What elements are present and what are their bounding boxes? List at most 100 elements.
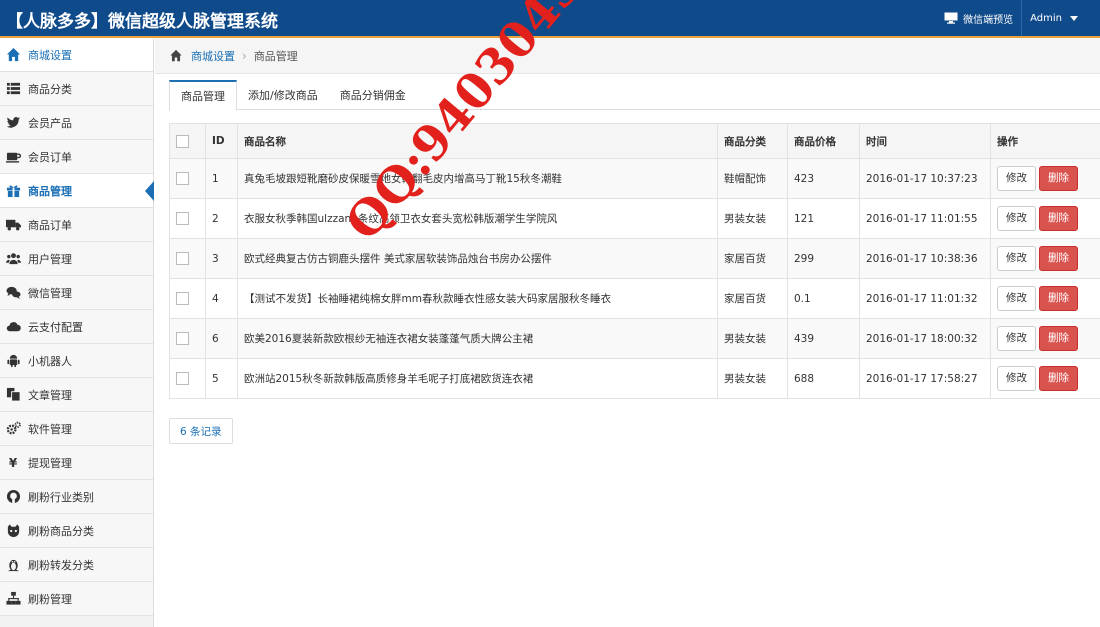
row-time: 2016-01-17 11:01:55	[859, 198, 991, 239]
sidebar-item-label: 云支付配置	[28, 320, 83, 334]
column-header-category: 商品分类	[717, 123, 788, 159]
table-row: 4 【测试不发货】长袖睡裙纯棉女胖mm春秋款睡衣性感女装大码家居服秋冬睡衣 家居…	[169, 278, 1100, 319]
gift-icon	[4, 183, 22, 199]
sidebar-item-robot[interactable]: 小机器人	[0, 344, 153, 378]
sidebar-item-label: 商品管理	[28, 184, 72, 198]
sidebar-item-fans-management[interactable]: 刷粉管理	[0, 582, 153, 616]
row-product-name: 衣服女秋季韩国ulzzang条纹高领卫衣女套头宽松韩版潮学生学院风	[237, 198, 718, 239]
wechat-preview-label: 微信端预览	[963, 14, 1014, 26]
edit-button[interactable]: 修改	[997, 166, 1036, 191]
delete-button[interactable]: 删除	[1039, 206, 1078, 231]
sidebar: 商城设置 商品分类 会员产品 会员订单 商品管理 商品订单 用户管理 微信管理 …	[0, 38, 154, 627]
sidebar-item-product-category[interactable]: 商品分类	[0, 72, 153, 106]
sidebar-item-label: 刷粉管理	[28, 592, 72, 606]
sidebar-item-label: 会员产品	[28, 116, 72, 130]
sidebar-item-member-orders[interactable]: 会员订单	[0, 140, 153, 174]
wechat-preview-link[interactable]: 微信端预览	[936, 11, 1021, 26]
home-icon	[4, 47, 22, 63]
tab-bar: 商品管理 添加/修改商品 商品分销佣金	[169, 80, 1100, 111]
sidebar-item-withdrawal-management[interactable]: ¥ 提现管理	[0, 446, 153, 480]
product-table: ID 商品名称 商品分类 商品价格 时间 操作 1 真兔毛坡跟短靴磨砂皮保暖雪地…	[169, 123, 1100, 399]
row-checkbox[interactable]	[176, 212, 189, 225]
sidebar-item-software-management[interactable]: 软件管理	[0, 412, 153, 446]
documents-icon	[4, 387, 22, 403]
sidebar-item-fans-forward-category[interactable]: 刷粉转发分类	[0, 548, 153, 582]
delete-button[interactable]: 删除	[1039, 366, 1078, 391]
row-price: 121	[787, 198, 860, 239]
edit-button[interactable]: 修改	[997, 366, 1036, 391]
row-category: 家居百货	[717, 278, 788, 319]
edit-button[interactable]: 修改	[997, 206, 1036, 231]
sidebar-item-mall-settings[interactable]: 商城设置	[0, 38, 153, 72]
monitor-icon	[944, 12, 958, 24]
top-header: 【人脉多多】微信超级人脉管理系统 微信端预览 Admin	[0, 0, 1100, 38]
sidebar-item-fans-industry-category[interactable]: 刷粉行业类别	[0, 480, 153, 514]
linux-penguin-icon	[4, 557, 22, 573]
sitemap-icon	[4, 591, 22, 607]
row-price: 688	[787, 358, 860, 399]
table-row: 1 真兔毛坡跟短靴磨砂皮保暖雪地女靴翻毛皮内增高马丁靴15秋冬潮鞋 鞋帽配饰 4…	[169, 158, 1100, 199]
tab-add-edit-product[interactable]: 添加/修改商品	[237, 80, 329, 110]
row-checkbox[interactable]	[176, 332, 189, 345]
row-price: 0.1	[787, 278, 860, 319]
breadcrumb: 商城设置 › 商品管理	[155, 38, 1100, 74]
sidebar-item-wechat-management[interactable]: 微信管理	[0, 276, 153, 310]
row-time: 2016-01-17 10:37:23	[859, 158, 991, 199]
sidebar-item-product-management[interactable]: 商品管理	[0, 174, 154, 208]
sidebar-item-fans-product-category[interactable]: 刷粉商品分类	[0, 514, 153, 548]
row-price: 299	[787, 238, 860, 279]
row-checkbox[interactable]	[176, 292, 189, 305]
row-category: 男装女装	[717, 318, 788, 359]
row-checkbox[interactable]	[176, 172, 189, 185]
main-content: 商城设置 › 商品管理 商品管理 添加/修改商品 商品分销佣金 ID 商品名称 …	[155, 38, 1100, 627]
github-alt-icon	[4, 523, 22, 539]
row-checkbox[interactable]	[176, 252, 189, 265]
column-header-name: 商品名称	[237, 123, 718, 159]
sidebar-item-label: 会员订单	[28, 150, 72, 164]
header-actions: 微信端预览 Admin	[936, 0, 1100, 36]
sidebar-item-label: 刷粉行业类别	[28, 490, 94, 504]
breadcrumb-chevron-icon: ›	[242, 48, 247, 63]
row-product-name: 欧洲站2015秋冬新款韩版高质修身羊毛呢子打底裙欧货连衣裙	[237, 358, 718, 399]
row-product-name: 【测试不发货】长袖睡裙纯棉女胖mm春秋款睡衣性感女装大码家居服秋冬睡衣	[237, 278, 718, 319]
delete-button[interactable]: 删除	[1039, 286, 1078, 311]
tab-product-commission[interactable]: 商品分销佣金	[329, 80, 417, 110]
sidebar-item-member-products[interactable]: 会员产品	[0, 106, 153, 140]
sidebar-item-product-orders[interactable]: 商品订单	[0, 208, 153, 242]
list-icon	[4, 81, 22, 97]
row-checkbox[interactable]	[176, 372, 189, 385]
tab-product-management[interactable]: 商品管理	[169, 80, 237, 111]
breadcrumb-home-icon	[170, 49, 182, 62]
row-actions: 修改 删除	[990, 158, 1100, 199]
breadcrumb-parent-link[interactable]: 商城设置	[191, 48, 235, 64]
sidebar-item-article-management[interactable]: 文章管理	[0, 378, 153, 412]
table-row: 6 欧美2016夏装新款欧根纱无袖连衣裙女装蓬蓬气质大牌公主裙 男装女装 439…	[169, 318, 1100, 359]
delete-button[interactable]: 删除	[1039, 166, 1078, 191]
sidebar-item-user-management[interactable]: 用户管理	[0, 242, 153, 276]
sidebar-item-cloud-pay-config[interactable]: 云支付配置	[0, 310, 153, 344]
delete-button[interactable]: 删除	[1039, 246, 1078, 271]
sidebar-item-label: 商品订单	[28, 218, 72, 232]
sidebar-item-label: 小机器人	[28, 354, 72, 368]
row-category: 鞋帽配饰	[717, 158, 788, 199]
column-header-price: 商品价格	[787, 123, 860, 159]
sidebar-item-label: 商城设置	[28, 48, 72, 62]
sidebar-item-label: 提现管理	[28, 456, 72, 470]
product-table-container: ID 商品名称 商品分类 商品价格 时间 操作 1 真兔毛坡跟短靴磨砂皮保暖雪地…	[169, 123, 1100, 399]
edit-button[interactable]: 修改	[997, 326, 1036, 351]
sidebar-item-label: 文章管理	[28, 388, 72, 402]
delete-button[interactable]: 删除	[1039, 326, 1078, 351]
row-price: 439	[787, 318, 860, 359]
users-icon	[4, 251, 22, 267]
select-all-checkbox[interactable]	[176, 134, 189, 148]
admin-user-menu[interactable]: Admin	[1022, 0, 1100, 36]
chat-bubbles-icon	[4, 285, 22, 301]
row-time: 2016-01-17 10:38:36	[859, 238, 991, 279]
edit-button[interactable]: 修改	[997, 246, 1036, 271]
row-actions: 修改 删除	[990, 238, 1100, 279]
row-time: 2016-01-17 17:58:27	[859, 358, 991, 399]
edit-button[interactable]: 修改	[997, 286, 1036, 311]
table-row: 2 衣服女秋季韩国ulzzang条纹高领卫衣女套头宽松韩版潮学生学院风 男装女装…	[169, 198, 1100, 239]
column-header-actions: 操作	[990, 123, 1100, 159]
coffee-cup-icon	[4, 149, 22, 165]
